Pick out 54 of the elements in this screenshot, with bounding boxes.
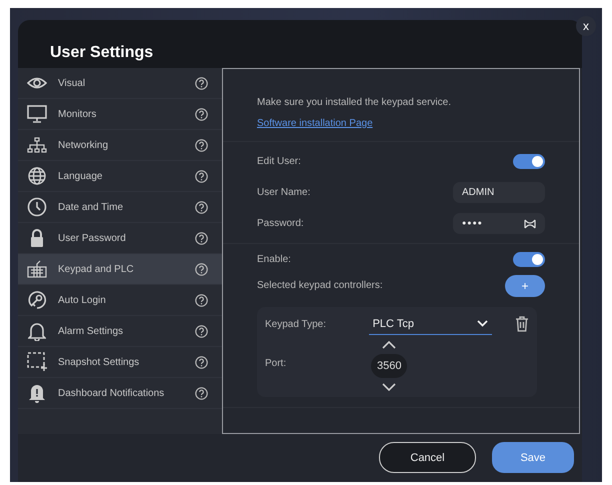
- chevron-up-icon[interactable]: [382, 341, 396, 349]
- chevron-down-icon: [477, 320, 488, 327]
- help-icon[interactable]: [195, 170, 208, 182]
- clock-icon: [27, 197, 47, 217]
- bell-icon: [28, 321, 46, 341]
- trash-icon[interactable]: [515, 316, 529, 332]
- sidebar-item[interactable]: Date and Time: [18, 192, 222, 223]
- close-button[interactable]: x: [576, 16, 596, 36]
- eye-icon: [27, 77, 47, 89]
- chevron-down-icon[interactable]: [382, 383, 396, 391]
- monitor-icon: [27, 105, 47, 123]
- lock-icon: [30, 229, 44, 247]
- field-label: Edit User:: [257, 156, 301, 167]
- help-icon[interactable]: [195, 108, 208, 120]
- keyboard-icon: [27, 260, 47, 278]
- help-icon[interactable]: [195, 232, 208, 244]
- installation-link[interactable]: Software installation Page: [257, 118, 545, 129]
- help-icon[interactable]: [195, 294, 208, 306]
- port-field[interactable]: 3560: [371, 354, 408, 378]
- field-label: User Name:: [257, 187, 310, 198]
- cancel-button[interactable]: Cancel: [379, 442, 476, 473]
- help-icon[interactable]: [195, 262, 208, 276]
- key-icon: [27, 290, 47, 310]
- help-icon[interactable]: [195, 324, 208, 338]
- sidebar-item[interactable]: Dashboard Notifications: [18, 378, 222, 409]
- field-label: Keypad Type:: [265, 318, 327, 330]
- dialog-title: User Settings: [50, 44, 154, 62]
- sidebar-item[interactable]: Alarm Settings: [18, 316, 222, 347]
- field-label: Selected keypad controllers:: [257, 280, 383, 291]
- input-field[interactable]: ADMIN: [453, 182, 545, 203]
- bell-icon: [29, 383, 45, 403]
- network-icon: [27, 137, 47, 153]
- toggle-switch[interactable]: [513, 252, 545, 266]
- globe-icon: [28, 167, 46, 185]
- field-label: Port:: [265, 358, 288, 368]
- help-icon[interactable]: [195, 76, 208, 90]
- eye-closed-icon[interactable]: [524, 218, 536, 228]
- help-icon[interactable]: [195, 386, 208, 400]
- field-label: Password:: [257, 218, 304, 229]
- sidebar-item[interactable]: Auto Login: [18, 285, 222, 316]
- sidebar-item[interactable]: Monitors: [18, 99, 222, 130]
- toggle-switch[interactable]: [513, 154, 545, 169]
- help-icon[interactable]: [195, 138, 208, 152]
- dropdown-field[interactable]: PLC Tcp: [368, 313, 492, 335]
- sidebar-item[interactable]: Snapshot Settings: [18, 347, 222, 378]
- help-icon[interactable]: [195, 200, 208, 214]
- sidebar-item[interactable]: Keypad and PLC: [18, 254, 222, 285]
- snapshot-frame-icon: [27, 352, 47, 372]
- sidebar-item[interactable]: Visual: [18, 68, 222, 99]
- notice-text: Make sure you installed the keypad service.: [257, 97, 452, 108]
- help-icon[interactable]: [195, 356, 208, 368]
- sidebar-item[interactable]: Language: [18, 161, 222, 192]
- field-label: Enable:: [257, 254, 291, 264]
- sidebar-item[interactable]: Networking: [18, 130, 222, 161]
